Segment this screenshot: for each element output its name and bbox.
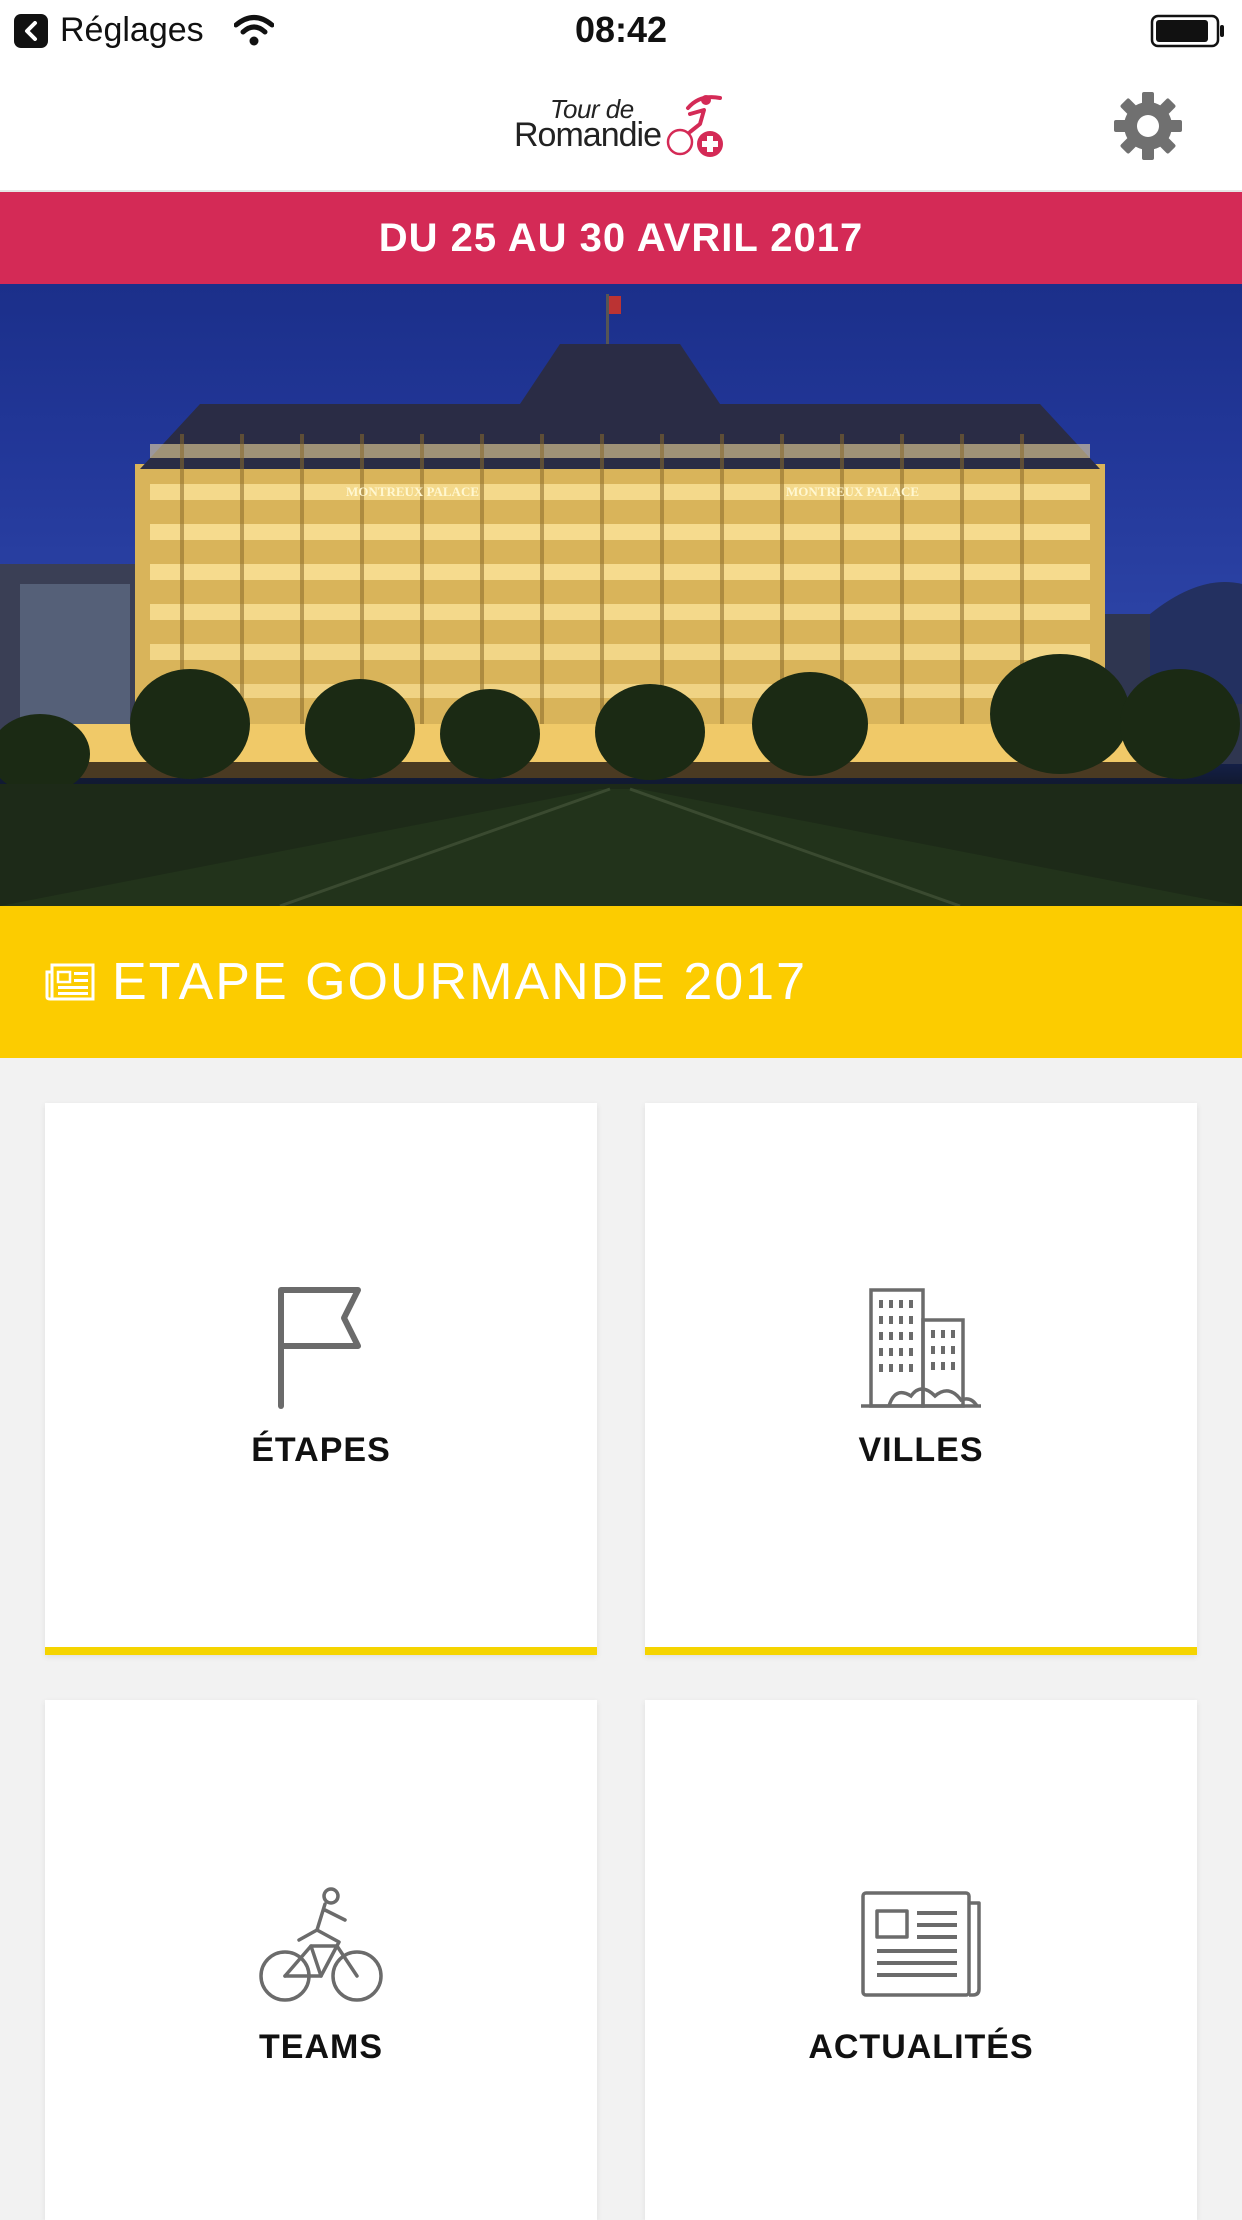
battery-icon <box>1150 14 1224 48</box>
buildings-icon <box>861 1288 981 1408</box>
tile-etapes[interactable]: ÉTAPES <box>45 1103 597 1655</box>
tile-label-teams: TEAMS <box>259 2028 383 2066</box>
tile-teams[interactable]: TEAMS <box>45 1700 597 2220</box>
palace-sign-right: MONTREUX PALACE <box>786 484 919 499</box>
gear-icon[interactable] <box>1112 90 1184 162</box>
featured-article-banner[interactable]: ETAPE GOURMANDE 2017 <box>0 906 1242 1058</box>
tile-actualites[interactable]: ACTUALITÉS <box>645 1700 1197 2220</box>
tile-label-actualites: ACTUALITÉS <box>808 2028 1034 2066</box>
hero-image-montreux-palace: MONTREUX PALACE MONTREUX PALACE <box>0 284 1242 906</box>
newspaper-icon <box>45 963 95 1001</box>
newspaper-icon <box>861 1891 981 1997</box>
palace-sign-left: MONTREUX PALACE <box>346 484 479 499</box>
app-header: Tour de Romandie <box>0 60 1242 192</box>
tour-de-romandie-logo: Tour de Romandie <box>510 90 730 160</box>
logo-text-line2: Romandie <box>514 116 662 154</box>
featured-article-title: ETAPE GOURMANDE 2017 <box>112 953 808 1011</box>
tile-accent-bar <box>45 1647 597 1655</box>
tile-label-etapes: ÉTAPES <box>251 1431 391 1469</box>
cyclist-swiss-cross-icon <box>666 95 723 157</box>
cyclist-icon <box>259 1887 383 2002</box>
status-bar: Réglages 08:42 <box>0 0 1242 60</box>
tile-label-villes: VILLES <box>858 1431 984 1469</box>
event-dates-banner: DU 25 AU 30 AVRIL 2017 <box>0 192 1242 284</box>
tile-accent-bar <box>645 1647 1197 1655</box>
tile-villes[interactable]: VILLES <box>645 1103 1197 1655</box>
status-time: 08:42 <box>574 9 668 50</box>
flag-icon <box>278 1287 361 1409</box>
